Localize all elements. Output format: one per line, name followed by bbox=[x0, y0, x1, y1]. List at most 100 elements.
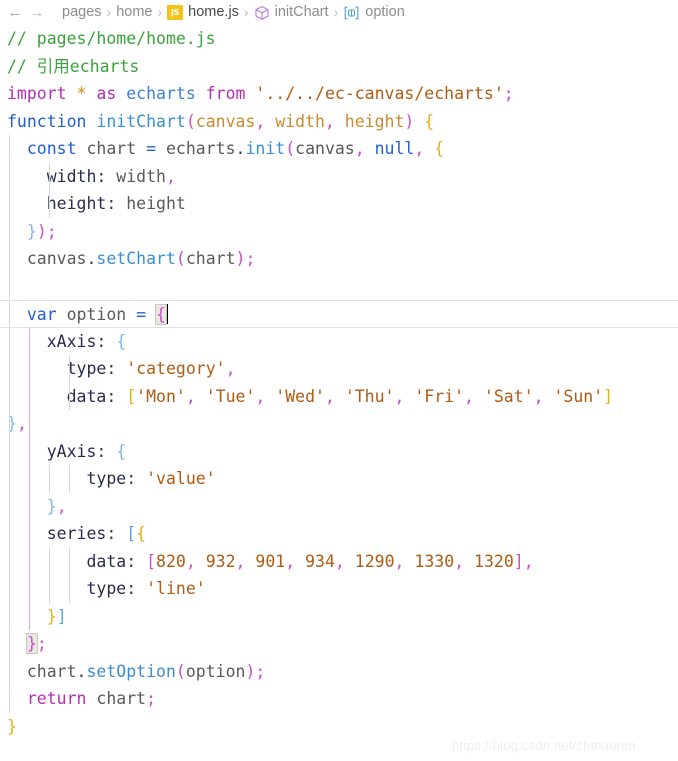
code-line[interactable]: import * as echarts from '../../ec-canva… bbox=[0, 80, 678, 108]
breadcrumb-item-initchart[interactable]: initChart bbox=[254, 4, 329, 20]
indent-guide bbox=[69, 575, 70, 603]
code-token-identifier-chart: chart bbox=[26, 661, 77, 681]
code-line-blank[interactable] bbox=[0, 272, 678, 300]
code-token-property-xaxis: xAxis bbox=[46, 331, 97, 351]
code-token-bracket: [ bbox=[126, 524, 137, 543]
code-token-keyword-const: const bbox=[26, 139, 77, 158]
code-token-param-canvas: canvas bbox=[195, 111, 256, 131]
code-line[interactable]: xAxis: { bbox=[0, 327, 678, 355]
indent-guide bbox=[69, 465, 70, 493]
code-line[interactable]: type: 'value' bbox=[0, 465, 678, 493]
code-line[interactable]: width: width, bbox=[0, 162, 678, 190]
code-line[interactable]: canvas.setChart(chart); bbox=[0, 245, 678, 273]
indent-guide bbox=[9, 410, 10, 438]
watermark: https://blog.csdn.net/chthaoren bbox=[452, 738, 636, 753]
code-line[interactable]: function initChart(canvas, width, height… bbox=[0, 108, 678, 136]
code-token-brace: } bbox=[26, 221, 37, 241]
code-token-number-901: 901 bbox=[255, 551, 286, 571]
code-token-comma: , bbox=[56, 496, 67, 516]
indent-guide bbox=[9, 272, 10, 300]
code-token-brace: { bbox=[424, 111, 435, 131]
code-token-bracket: [ bbox=[146, 551, 157, 571]
code-line[interactable]: data: ['Mon', 'Tue', 'Wed', 'Thu', 'Fri'… bbox=[0, 382, 678, 410]
code-token-bracket: [ bbox=[126, 386, 137, 406]
indent-guide bbox=[69, 547, 70, 575]
active-indent-guide bbox=[29, 492, 30, 520]
indent-guide bbox=[9, 465, 10, 493]
code-token-bracket: ] bbox=[513, 551, 524, 571]
code-line[interactable]: chart.setOption(option); bbox=[0, 657, 678, 685]
code-line[interactable]: height: height bbox=[0, 190, 678, 218]
code-line[interactable]: data: [820, 932, 901, 934, 1290, 1330, 1… bbox=[0, 547, 678, 575]
code-line[interactable]: type: 'line' bbox=[0, 575, 678, 603]
code-line[interactable]: return chart; bbox=[0, 685, 678, 713]
code-line[interactable]: }; bbox=[0, 630, 678, 658]
code-token-method-setchart: setChart bbox=[96, 249, 176, 268]
navigate-forward-icon[interactable]: → bbox=[26, 5, 48, 20]
code-token-number-1320: 1320 bbox=[474, 551, 514, 571]
code-line[interactable]: // 引用echarts bbox=[0, 53, 678, 81]
active-indent-guide bbox=[29, 547, 30, 575]
breadcrumb-label-pages: pages bbox=[62, 4, 102, 20]
code-token-brace-matched: } bbox=[25, 633, 38, 654]
code-line[interactable]: }, bbox=[0, 410, 678, 438]
code-token-number-820: 820 bbox=[156, 551, 186, 571]
code-line[interactable]: const chart = echarts.init(canvas, null,… bbox=[0, 135, 678, 163]
active-indent-guide bbox=[29, 382, 30, 410]
code-line[interactable]: type: 'category', bbox=[0, 355, 678, 383]
breadcrumb-item-pages[interactable]: pages bbox=[62, 4, 102, 20]
indent-guide bbox=[9, 301, 10, 329]
active-indent-guide bbox=[29, 465, 30, 493]
breadcrumb-item-option[interactable]: option bbox=[343, 4, 405, 20]
code-token-string-line: 'line' bbox=[146, 579, 206, 598]
code-token-identifier-chart: chart bbox=[86, 139, 137, 158]
breadcrumb-item-home-js[interactable]: JS home.js bbox=[167, 4, 239, 20]
navigate-back-icon[interactable]: ← bbox=[4, 5, 26, 20]
code-token-string-thu: 'Thu' bbox=[344, 386, 395, 406]
code-line[interactable]: }] bbox=[0, 602, 678, 630]
code-line[interactable]: } bbox=[0, 713, 678, 741]
code-token-bracket: ] bbox=[56, 606, 67, 626]
code-line[interactable]: series: [{ bbox=[0, 520, 678, 548]
code-token-comma: , bbox=[354, 139, 365, 158]
code-token-number-1290: 1290 bbox=[354, 551, 395, 571]
code-token-function-name: initChart bbox=[96, 111, 186, 131]
indent-guide bbox=[49, 465, 50, 493]
code-token-colon: : bbox=[126, 579, 137, 598]
indent-guide bbox=[9, 135, 10, 163]
code-token-string-sun: 'Sun' bbox=[553, 386, 604, 406]
code-line[interactable]: }, bbox=[0, 492, 678, 520]
code-line[interactable]: yAxis: { bbox=[0, 437, 678, 465]
indent-guide bbox=[9, 327, 10, 355]
breadcrumb-bar: ← → pages › home › JS home.js › initChar… bbox=[0, 0, 678, 24]
code-token-comma: , bbox=[255, 111, 266, 131]
code-token-string-value: 'value' bbox=[146, 469, 216, 488]
code-token-number-1330: 1330 bbox=[414, 551, 455, 571]
code-line-active[interactable]: var option = { bbox=[0, 300, 678, 329]
code-line[interactable]: }); bbox=[0, 217, 678, 245]
code-token-param-width: width bbox=[275, 111, 325, 131]
breadcrumb-label-home-js: home.js bbox=[188, 4, 239, 20]
code-editor[interactable]: // pages/home/home.js // 引用echarts impor… bbox=[0, 24, 678, 740]
code-token-paren: ) bbox=[36, 221, 47, 241]
code-token-identifier-echarts: echarts bbox=[165, 139, 236, 158]
breadcrumb-item-home[interactable]: home bbox=[116, 4, 152, 20]
code-token-value-height: height bbox=[126, 194, 186, 213]
code-line[interactable]: // pages/home/home.js bbox=[0, 25, 678, 53]
active-indent-guide bbox=[29, 602, 30, 630]
